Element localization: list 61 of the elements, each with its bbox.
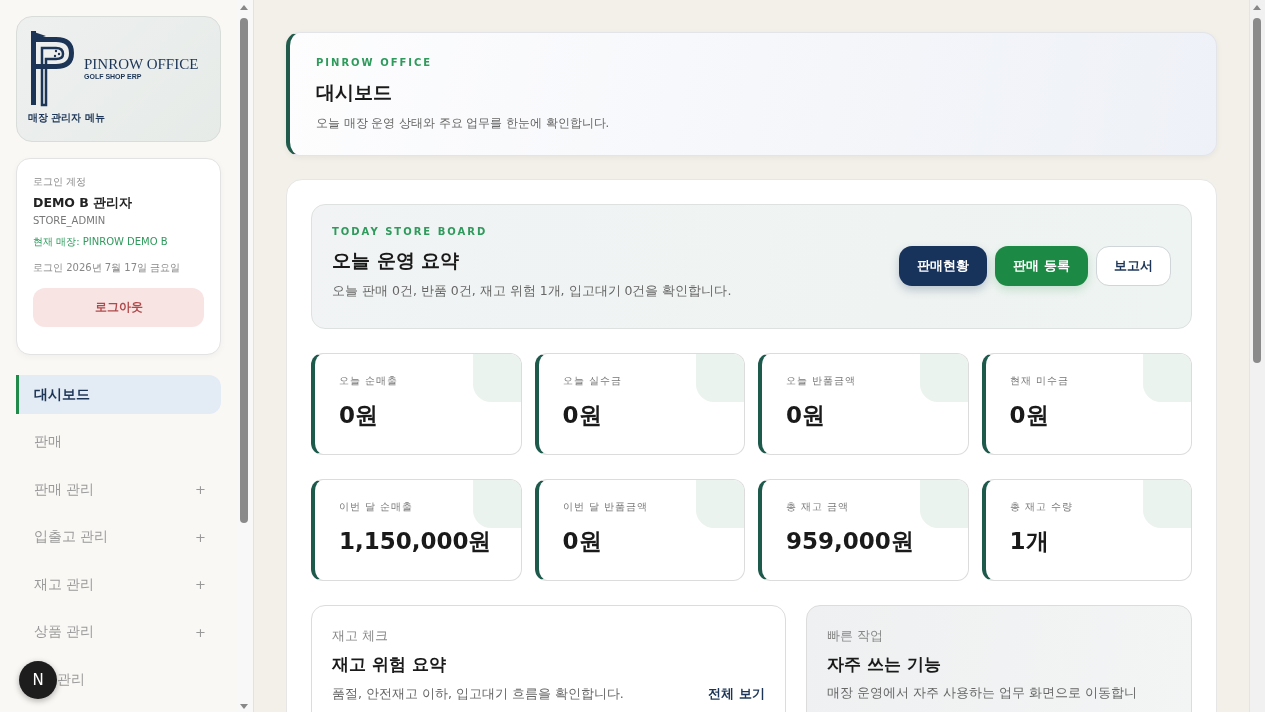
stat-label: 총 재고 금액 bbox=[786, 500, 851, 514]
corner-accent bbox=[472, 480, 521, 528]
account-label: 로그인 계정 bbox=[33, 175, 88, 189]
nav-item[interactable]: 입출고 관리 + bbox=[16, 517, 221, 557]
expand-toggle[interactable]: + bbox=[195, 577, 206, 592]
page-title: 대시보드 bbox=[316, 80, 393, 105]
stat-label: 오늘 실수금 bbox=[562, 374, 623, 388]
action-button[interactable]: 판매 등록 bbox=[995, 246, 1088, 286]
board-description: 오늘 판매 0건, 반품 0건, 재고 위험 1개, 입고대기 0건을 확인합니다. bbox=[332, 283, 733, 300]
corner-accent bbox=[472, 354, 521, 402]
stat-label: 이번 달 반품금액 bbox=[562, 500, 649, 514]
expand-toggle[interactable]: + bbox=[195, 624, 206, 640]
brand-name: PINROW OFFICE bbox=[84, 56, 199, 73]
panel-title: 재고 위험 요약 bbox=[332, 653, 447, 676]
floating-badge[interactable]: N bbox=[19, 661, 57, 699]
expand-toggle[interactable]: + bbox=[195, 482, 206, 497]
logout-button[interactable]: 로그아웃 bbox=[33, 288, 204, 327]
nav-item[interactable]: 대시보드 bbox=[16, 375, 221, 414]
corner-accent bbox=[919, 480, 968, 528]
current-store: 현재 매장: PINROW DEMO B bbox=[33, 235, 169, 249]
stat-value: 0원 bbox=[786, 401, 826, 430]
nav-item[interactable]: N 관리 bbox=[16, 660, 221, 699]
stat-value: 1개 bbox=[1009, 527, 1050, 556]
nav-item[interactable]: 판매 관리 + bbox=[16, 470, 221, 509]
action-button[interactable]: 판매현황 bbox=[899, 246, 988, 286]
nav-item[interactable]: 재고 관리 + bbox=[16, 565, 221, 604]
account-name: DEMO B 관리자 bbox=[33, 195, 134, 212]
corner-accent bbox=[696, 354, 744, 402]
account-role: STORE_ADMIN bbox=[33, 215, 107, 226]
corner-accent bbox=[1143, 480, 1191, 528]
expand-toggle[interactable]: + bbox=[195, 529, 206, 545]
panel-description: 품절, 안전재고 이하, 입고대기 흐름을 확인합니다. bbox=[332, 686, 624, 703]
eyebrow-label: TODAY STORE BOARD bbox=[332, 226, 489, 237]
stat-label: 오늘 반품금액 bbox=[786, 374, 858, 388]
stat-label: 현재 미수금 bbox=[1009, 374, 1070, 388]
panel-eyebrow: 재고 체크 bbox=[332, 628, 389, 645]
stat-value: 1,150,000원 bbox=[339, 527, 493, 556]
corner-accent bbox=[919, 354, 968, 402]
panel-title: 자주 쓰는 기능 bbox=[827, 653, 942, 676]
stat-value: 0원 bbox=[339, 401, 379, 430]
view-all-link[interactable]: 전체 보기 bbox=[708, 685, 765, 703]
corner-accent bbox=[696, 480, 744, 528]
login-date: 로그인 2026년 7월 17일 금요일 bbox=[33, 261, 182, 275]
panel-description: 매장 운영에서 자주 사용하는 업무 화면으로 이동합니 bbox=[827, 685, 1137, 702]
board-title: 오늘 운영 요약 bbox=[332, 248, 461, 273]
action-button[interactable]: 보고서 bbox=[1096, 246, 1171, 286]
panel-eyebrow: 빠른 작업 bbox=[827, 628, 884, 645]
nav-item[interactable]: 상품 관리 + bbox=[16, 612, 221, 652]
nav-item[interactable]: 판매 bbox=[16, 422, 221, 462]
stat-value: 0원 bbox=[562, 527, 603, 556]
corner-accent bbox=[1143, 354, 1191, 402]
stat-value: 959,000원 bbox=[786, 527, 915, 556]
page-description: 오늘 매장 운영 상태와 주요 업무를 한눈에 확인합니다. bbox=[316, 116, 611, 131]
eyebrow-label: PINROW OFFICE bbox=[316, 57, 434, 68]
menu-caption: 매장 관리자 메뉴 bbox=[28, 111, 106, 125]
scrollbar[interactable] bbox=[1249, 0, 1265, 712]
stat-value: 0원 bbox=[562, 401, 603, 430]
stat-label: 총 재고 수량 bbox=[1009, 500, 1074, 514]
stat-value: 0원 bbox=[1009, 401, 1050, 430]
stat-label: 이번 달 순매출 bbox=[339, 500, 415, 514]
stat-label: 오늘 순매출 bbox=[339, 374, 400, 388]
